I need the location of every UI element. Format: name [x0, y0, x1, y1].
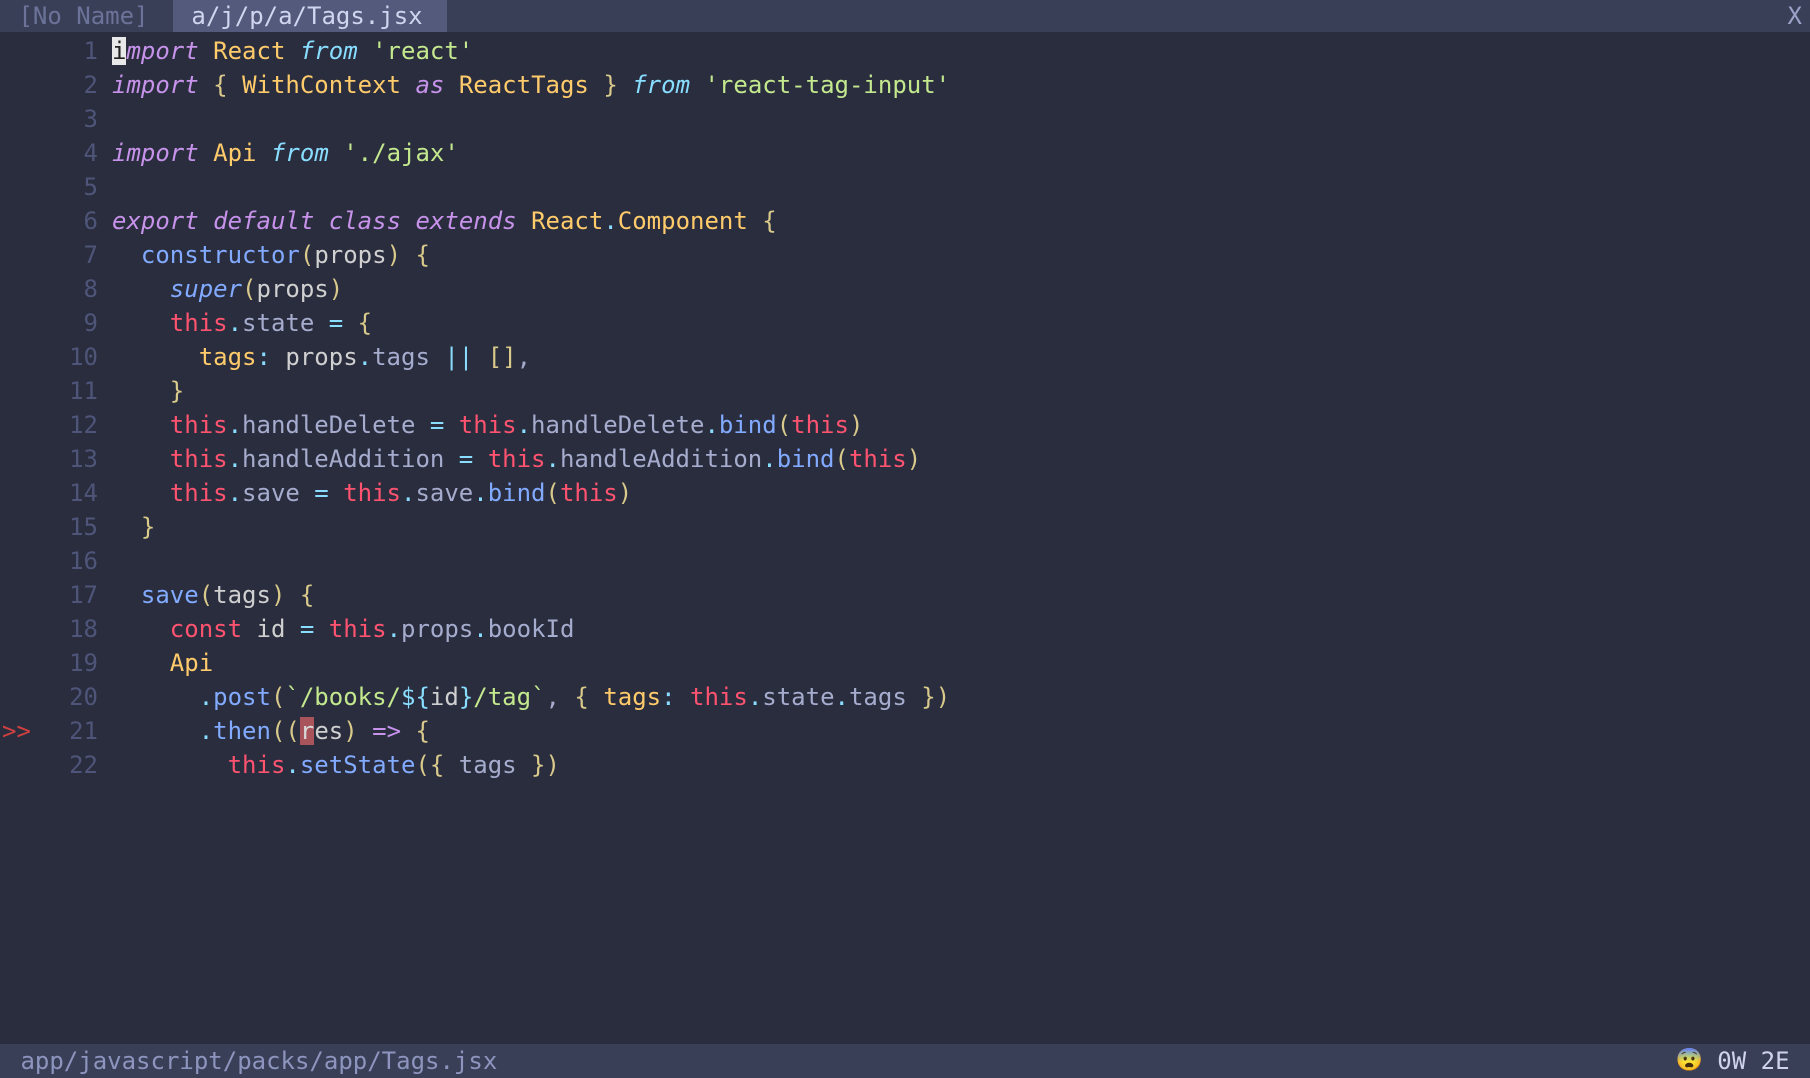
- code-line: 8 super(props): [0, 272, 1810, 306]
- lint-highlight: r: [300, 717, 314, 745]
- code-line: 5: [0, 170, 1810, 204]
- tabline-filler: [447, 0, 1780, 32]
- code-line: 14 this.save = this.save.bind(this): [0, 476, 1810, 510]
- code-line: 2 import { WithContext as ReactTags } fr…: [0, 68, 1810, 102]
- tab-no-name[interactable]: [No Name]: [0, 0, 173, 32]
- code-line: 19 Api: [0, 646, 1810, 680]
- status-emoji-icon: 😨: [1676, 1044, 1717, 1078]
- code-area[interactable]: 1 import React from 'react' 2 import { W…: [0, 32, 1810, 1044]
- code-line: 16: [0, 544, 1810, 578]
- code-line: 20 .post(`/books/${id}/tag`, { tags: thi…: [0, 680, 1810, 714]
- code-line: 7 constructor(props) {: [0, 238, 1810, 272]
- tab-tags-jsx[interactable]: a/j/p/a/Tags.jsx: [173, 0, 447, 32]
- editor-root: [No Name] a/j/p/a/Tags.jsx X 1 import Re…: [0, 0, 1810, 1078]
- line-number: 1: [42, 34, 112, 68]
- status-filepath: app/javascript/packs/app/Tags.jsx: [6, 1044, 497, 1078]
- code-line: 1 import React from 'react': [0, 34, 1810, 68]
- code-line: 9 this.state = {: [0, 306, 1810, 340]
- status-error-count: 0W 2E: [1717, 1044, 1804, 1078]
- code-line: 10 tags: props.tags || [],: [0, 340, 1810, 374]
- sign-column: [0, 34, 42, 68]
- tabline: [No Name] a/j/p/a/Tags.jsx X: [0, 0, 1810, 32]
- code-line: 13 this.handleAddition = this.handleAddi…: [0, 442, 1810, 476]
- code-line: 17 save(tags) {: [0, 578, 1810, 612]
- code-line: 3: [0, 102, 1810, 136]
- error-sign: >>: [0, 714, 42, 748]
- statusline: app/javascript/packs/app/Tags.jsx 😨 0W 2…: [0, 1044, 1810, 1078]
- code-line: 11 }: [0, 374, 1810, 408]
- code-line: 15 }: [0, 510, 1810, 544]
- code-line: 12 this.handleDelete = this.handleDelete…: [0, 408, 1810, 442]
- code-line: 18 const id = this.props.bookId: [0, 612, 1810, 646]
- cursor: i: [112, 37, 126, 65]
- code-line: 6 export default class extends React.Com…: [0, 204, 1810, 238]
- tab-close[interactable]: X: [1780, 0, 1810, 32]
- code-line: >> 21 .then((res) => {: [0, 714, 1810, 748]
- code-line: 4 import Api from './ajax': [0, 136, 1810, 170]
- code-line: 22 this.setState({ tags }): [0, 748, 1810, 782]
